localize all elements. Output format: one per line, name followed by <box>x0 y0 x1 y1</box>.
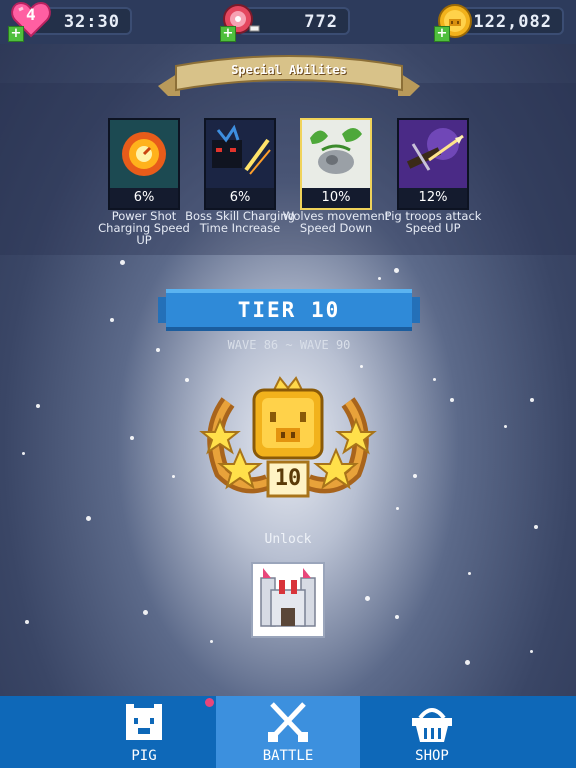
tier-banner: TIER 10 <box>158 289 420 331</box>
ability-label-pig-troops: Pig troops attack Speed UP <box>384 209 482 235</box>
timer-value: 32:30 <box>63 12 120 32</box>
ability-card-boss-skill[interactable]: 6% <box>204 118 276 210</box>
nav-shop[interactable]: SHOP <box>360 696 504 768</box>
ability-percent: 6% <box>206 188 274 208</box>
ability-label-power-shot: Power Shot Charging Speed UP <box>98 209 190 247</box>
unlock-reward-card[interactable] <box>251 562 325 638</box>
nav-battle-label: BATTLE <box>262 748 314 764</box>
tier-title: TIER 10 <box>237 298 341 322</box>
nav-shop-label: SHOP <box>415 748 449 764</box>
basket-icon <box>410 700 454 744</box>
tier-badge: 10 <box>198 362 378 512</box>
bottom-nav: PIG BATTLE SHOP <box>0 696 576 768</box>
nav-battle[interactable]: BATTLE <box>216 696 360 768</box>
ability-percent: 6% <box>110 188 178 208</box>
ability-percent: 10% <box>302 188 370 208</box>
notification-dot <box>205 698 214 707</box>
fire-target-icon <box>110 120 178 188</box>
wave-range: WAVE 86 ~ WAVE 90 <box>227 338 351 352</box>
add-lives-button[interactable]: + <box>8 26 24 42</box>
special-abilities-ribbon: Special Abilites <box>158 50 420 104</box>
ability-card-power-shot[interactable]: 6% <box>108 118 180 210</box>
unlock-label: Unlock <box>264 532 312 547</box>
meat-value: 772 <box>304 12 338 32</box>
pig-icon <box>122 700 166 744</box>
hearts-count: 4 <box>26 5 36 24</box>
ability-label-boss-skill: Boss Skill Charging Time Increase <box>185 209 295 235</box>
ability-card-wolves[interactable]: 10% <box>300 118 372 210</box>
top-hud: 32:30 4 + 772 + 122,082 + <box>0 0 576 44</box>
crossed-swords-icon <box>266 700 310 744</box>
badge-number: 10 <box>274 466 302 491</box>
crossbow-icon <box>399 120 467 188</box>
ability-percent: 12% <box>399 188 467 208</box>
wolf-icon <box>302 120 370 188</box>
add-meat-button[interactable]: + <box>220 26 236 42</box>
boss-slash-icon <box>206 120 274 188</box>
coins-value: 122,082 <box>473 12 552 32</box>
castle-icon <box>253 564 323 636</box>
nav-pig[interactable]: PIG <box>72 696 216 768</box>
special-abilities-title: Special Abilites <box>231 63 347 77</box>
ability-label-wolves: Wolves movement Speed Down <box>282 209 390 235</box>
nav-pig-label: PIG <box>131 748 157 764</box>
ability-card-pig-troops[interactable]: 12% <box>397 118 469 210</box>
add-coins-button[interactable]: + <box>434 26 450 42</box>
